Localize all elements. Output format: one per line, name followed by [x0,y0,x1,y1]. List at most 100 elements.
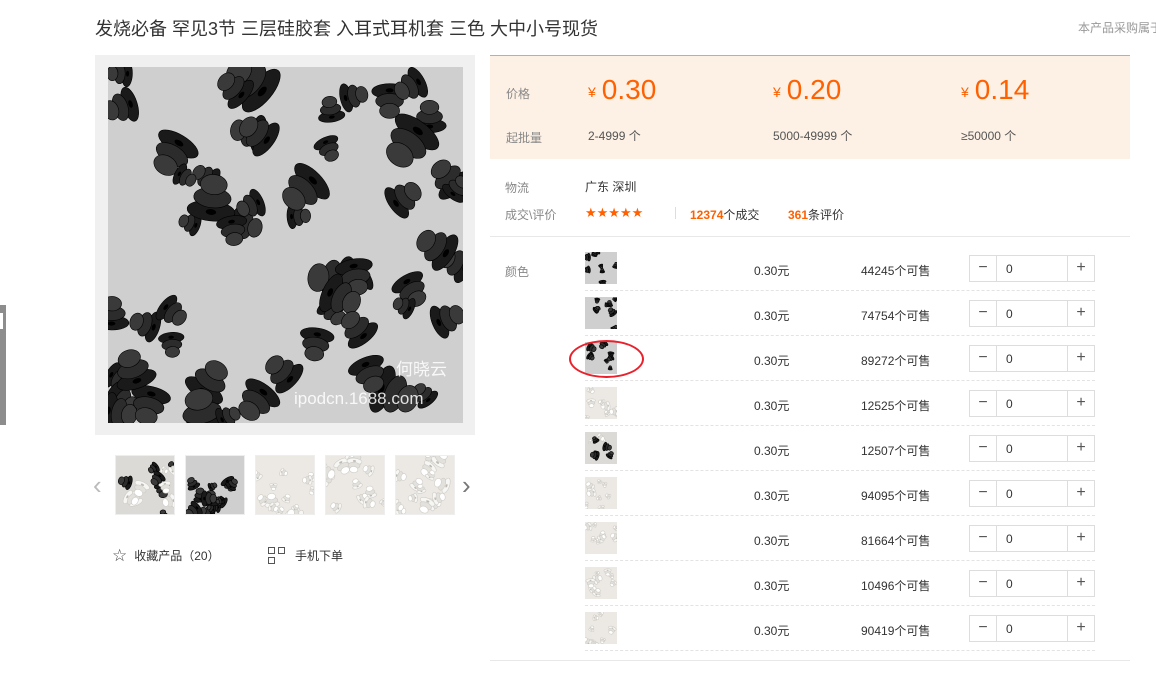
deal-count: 12374 [690,208,724,222]
sku-row: 0.30元10496个可售−+ [585,561,1095,606]
increase-quantity-button[interactable]: + [1067,481,1094,506]
sku-row: 0.30元89272个可售−+ [585,336,1095,381]
moq-label: 起批量 [506,131,543,145]
divider [675,207,676,219]
decrease-quantity-button[interactable]: − [970,526,997,551]
color-label: 颜色 [505,265,530,279]
tier-range: 2-4999 个 [588,129,641,143]
increase-quantity-button[interactable]: + [1067,346,1094,371]
quantity-stepper: −+ [969,615,1095,642]
deal-count-link[interactable]: 12374个成交 [690,206,759,223]
sku-color-swatch[interactable] [585,567,617,599]
sku-color-swatch[interactable] [585,387,617,419]
quantity-input[interactable] [998,616,1068,641]
quantity-stepper: −+ [969,390,1095,417]
main-product-image[interactable]: 何晓云 ipodcn.1688.com [108,67,463,423]
gallery-thumbnail[interactable] [255,455,315,515]
sku-row: 0.30元94095个可售−+ [585,471,1095,516]
quantity-stepper: −+ [969,300,1095,327]
increase-quantity-button[interactable]: + [1067,436,1094,461]
mobile-order-label: 手机下单 [295,549,344,563]
currency-symbol: ¥ [961,84,969,100]
decrease-quantity-button[interactable]: − [970,571,997,596]
sku-price: 0.30元 [754,489,790,503]
sku-color-swatch[interactable] [585,252,617,284]
sku-color-swatch[interactable] [585,432,617,464]
quantity-input[interactable] [998,256,1068,281]
rating-stars-icon: ★★★★★ [585,205,644,220]
logistics-location[interactable]: 广东 深圳 [585,178,636,195]
quantity-input[interactable] [998,481,1068,506]
decrease-quantity-button[interactable]: − [970,256,997,281]
gallery-thumbnail[interactable] [325,455,385,515]
rating-stars: ★★★★★ [585,205,643,221]
increase-quantity-button[interactable]: + [1067,616,1094,641]
thumbnail-image [326,456,384,514]
sku-row: 0.30元12507个可售−+ [585,426,1095,471]
sku-price: 0.30元 [754,444,790,458]
sku-stock: 81664个可售 [861,534,931,548]
quantity-stepper: −+ [969,435,1095,462]
decrease-quantity-button[interactable]: − [970,391,997,416]
quantity-input[interactable] [998,436,1068,461]
quantity-stepper: −+ [969,570,1095,597]
increase-quantity-button[interactable]: + [1067,526,1094,551]
sku-stock: 10496个可售 [861,579,931,593]
gallery-thumbnail[interactable] [395,455,455,515]
decrease-quantity-button[interactable]: − [970,481,997,506]
favorite-button[interactable]: ☆ 收藏产品（20） [112,547,220,564]
tier-range: 5000-49999 个 [773,129,853,143]
increase-quantity-button[interactable]: + [1067,256,1094,281]
sku-stock: 12525个可售 [861,399,931,413]
sku-swatch-image [585,297,617,329]
tier-price: 0.14 [974,74,1030,105]
decrease-quantity-button[interactable]: − [970,346,997,371]
sku-color-swatch[interactable] [585,612,617,644]
thumbnail-image [116,456,174,514]
tier-price: 0.30 [601,74,657,105]
mobile-order-button[interactable]: 手机下单 [268,547,343,564]
tier-range: ≥50000 个 [961,129,1017,143]
sku-swatch-image [585,477,617,509]
chevron-left-icon[interactable]: ‹ [93,472,102,498]
decrease-quantity-button[interactable]: − [970,436,997,461]
quantity-input[interactable] [998,571,1068,596]
increase-quantity-button[interactable]: + [1067,571,1094,596]
favorite-label: 收藏产品（20） [134,549,220,563]
procurement-note[interactable]: 本产品采购属于 [1078,19,1156,36]
sku-row: 0.30元90419个可售−+ [585,606,1095,651]
chevron-right-icon[interactable]: › [462,472,471,498]
quantity-input[interactable] [998,346,1068,371]
sku-stock: 94095个可售 [861,489,931,503]
review-count-link[interactable]: 361条评价 [788,206,844,223]
decrease-quantity-button[interactable]: − [970,301,997,326]
sku-color-swatch[interactable] [585,297,617,329]
sku-color-swatch[interactable] [585,522,617,554]
price-panel: 价格 起批量 ¥0.30 2-4999 个 ¥0.20 5000-49999 个… [490,55,1130,159]
quantity-input[interactable] [998,301,1068,326]
left-edge-scroll-strip[interactable] [0,305,6,425]
watermark-url: ipodcn.1688.com [294,389,424,408]
deals-reviews-label: 成交\评价 [505,208,557,222]
thumbnail-image [256,456,314,514]
gallery-thumbnail[interactable] [115,455,175,515]
sku-row: 0.30元81664个可售−+ [585,516,1095,561]
logistics-label: 物流 [505,181,530,195]
sku-swatch-image [585,252,617,284]
sku-stock: 74754个可售 [861,309,931,323]
review-suffix: 条评价 [808,208,845,222]
sku-row: 0.30元44245个可售−+ [585,246,1095,291]
increase-quantity-button[interactable]: + [1067,301,1094,326]
sku-swatch-image [585,567,617,599]
sku-price: 0.30元 [754,579,790,593]
product-title: 发烧必备 罕见3节 三层硅胶套 入耳式耳机套 三色 大中小号现货 [95,19,599,39]
quantity-input[interactable] [998,526,1068,551]
gallery-thumbnail[interactable] [185,455,245,515]
decrease-quantity-button[interactable]: − [970,616,997,641]
quantity-input[interactable] [998,391,1068,416]
quantity-stepper: −+ [969,255,1095,282]
increase-quantity-button[interactable]: + [1067,391,1094,416]
quantity-stepper: −+ [969,480,1095,507]
sku-price: 0.30元 [754,624,790,638]
sku-color-swatch[interactable] [585,477,617,509]
